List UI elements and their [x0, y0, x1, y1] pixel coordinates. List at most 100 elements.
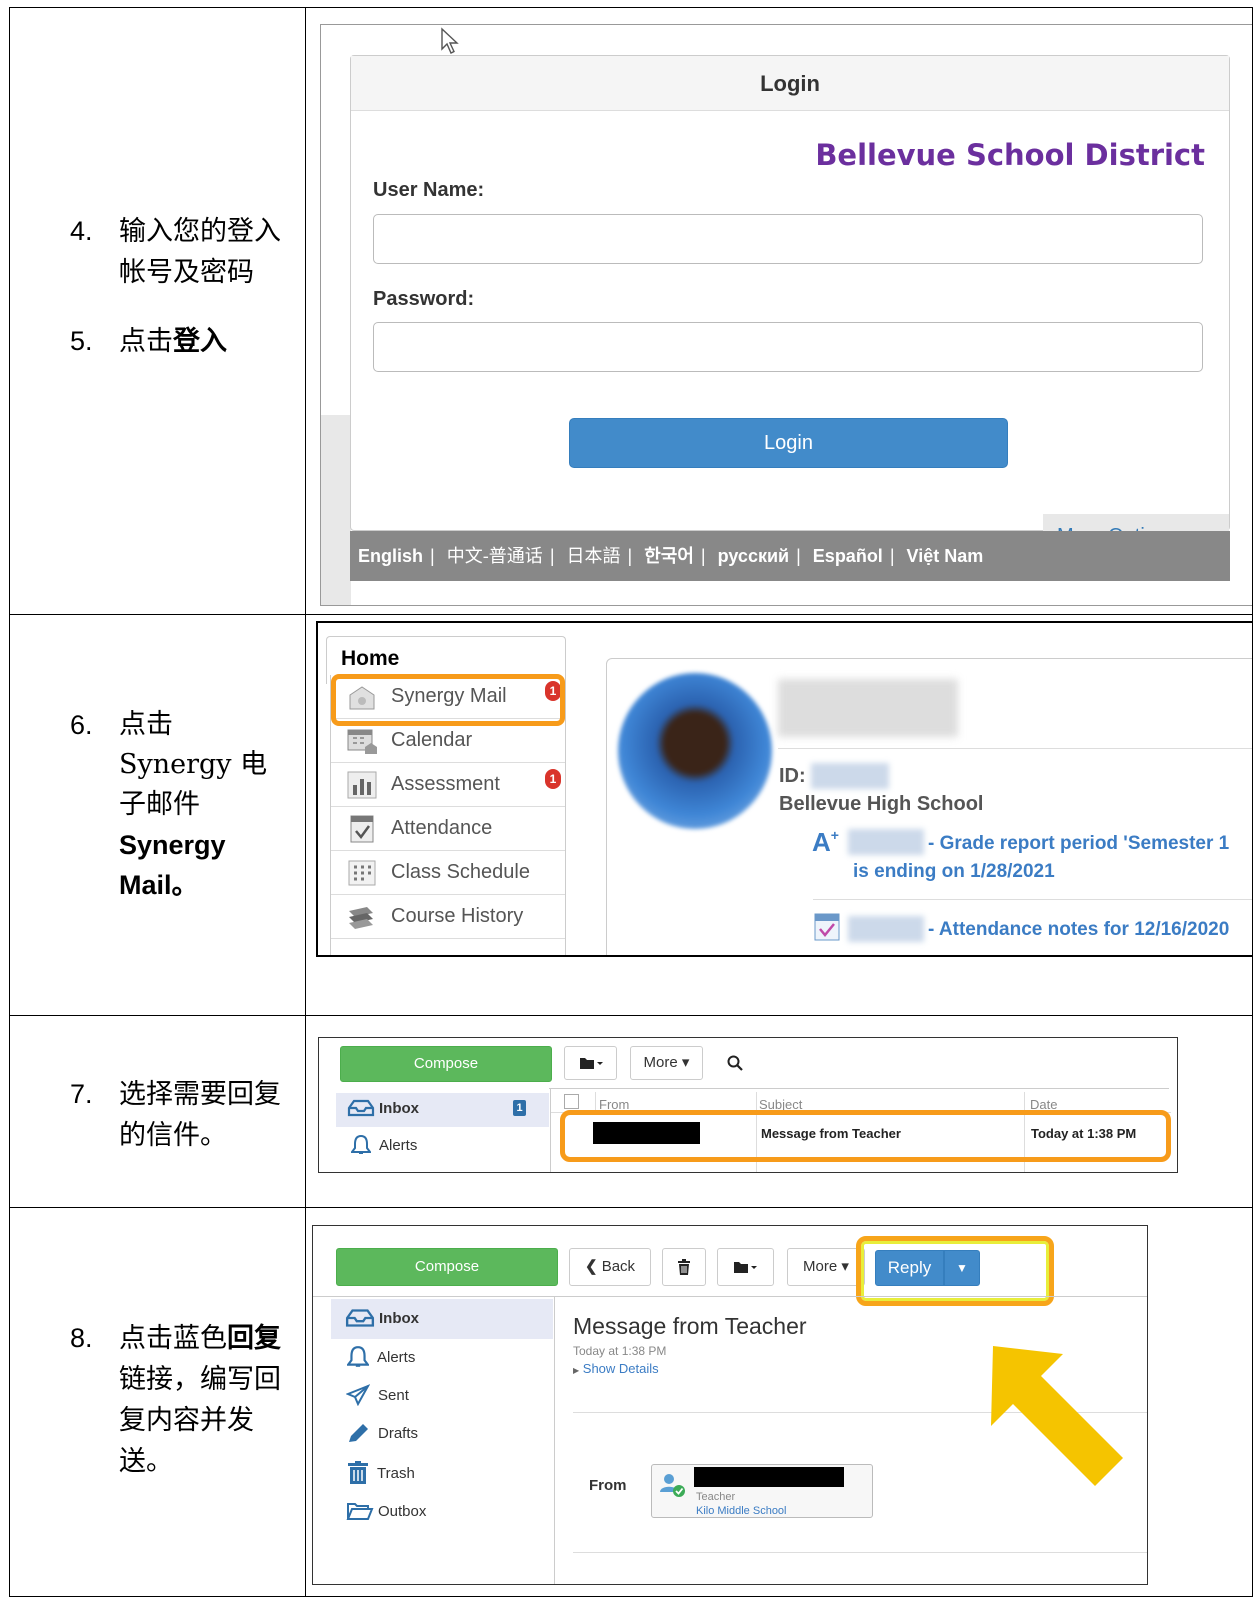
language-link[interactable]: 日本語 — [567, 546, 621, 567]
trash-icon — [348, 1461, 368, 1484]
folder-label: Trash — [377, 1464, 415, 1482]
folder-alerts[interactable]: Alerts — [347, 1345, 415, 1369]
login-screenshot: Login Bellevue School District User Name… — [320, 24, 1252, 606]
folder-button[interactable] — [564, 1046, 617, 1080]
message-time: Today at 1:38 PM — [573, 1344, 667, 1358]
username-label: User Name: — [373, 179, 485, 201]
step-text-part: 点击 — [119, 709, 173, 740]
folder-label: Alerts — [377, 1348, 416, 1366]
nav-item-class-schedule[interactable]: Class Schedule — [331, 851, 565, 895]
avatar — [618, 673, 772, 829]
select-all-checkbox[interactable] — [564, 1094, 579, 1109]
bell-icon — [351, 1134, 371, 1154]
books-icon — [347, 903, 377, 931]
chart-icon — [347, 771, 377, 799]
paper-plane-icon — [346, 1384, 370, 1406]
folder-label: Drafts — [378, 1424, 419, 1442]
id-value-blurred — [811, 763, 889, 789]
password-input[interactable] — [373, 322, 1203, 372]
more-button[interactable]: More ▾ — [630, 1046, 703, 1080]
highlight-box — [560, 1110, 1171, 1162]
user-icon — [659, 1472, 687, 1503]
message-title: Message from Teacher — [573, 1313, 807, 1339]
login-panel: Login Bellevue School District User Name… — [350, 55, 1230, 558]
name-blurred — [848, 916, 924, 942]
sender-name-redacted — [694, 1467, 844, 1487]
language-bar: English | 中文-普通话 | 日本語 | 한국어 | русский | Espa… — [350, 531, 1230, 581]
step-number: 6. — [70, 710, 93, 740]
language-link[interactable]: русский — [718, 546, 789, 566]
folder-trash[interactable]: Trash — [347, 1461, 415, 1485]
grade-icon: A+ — [812, 827, 839, 857]
folder-icon — [579, 1058, 603, 1070]
sidebar-item-alerts[interactable]: Alerts — [351, 1134, 417, 1156]
step-7: 7. 选择需要回复的信件。 — [70, 1074, 289, 1156]
search-icon[interactable] — [727, 1055, 743, 1076]
compose-button[interactable]: Compose — [340, 1046, 552, 1082]
show-details-label: Show Details — [582, 1361, 659, 1376]
folder-label: Inbox — [379, 1309, 419, 1327]
district-name: Bellevue School District — [815, 138, 1205, 172]
divider — [778, 748, 1252, 749]
step-number: 5. — [70, 326, 93, 356]
step-list: 4. 输入您的登入帐号及密码 5. 点击登入 — [70, 211, 289, 362]
nav-label: Assessment — [391, 773, 500, 795]
id-label: ID: — [779, 765, 806, 787]
student-name-blurred — [778, 679, 958, 737]
step-number: 7. — [70, 1079, 93, 1109]
nav-label: Course History — [391, 905, 524, 927]
password-label: Password: — [373, 288, 475, 310]
divider — [549, 1088, 1169, 1089]
sender-role: Teacher — [696, 1491, 736, 1503]
compose-button[interactable]: Compose — [336, 1248, 558, 1286]
nav-item-assessment[interactable]: Assessment 1 — [331, 763, 565, 807]
step-4: 4. 输入您的登入帐号及密码 — [70, 211, 289, 293]
grade-notice-line2[interactable]: is ending on 1/28/2021 — [853, 861, 1055, 883]
divider — [813, 899, 1252, 900]
step-cell-4-5: 4. 输入您的登入帐号及密码 5. 点击登入 — [9, 7, 306, 615]
language-link[interactable]: Việt Nam — [907, 546, 984, 566]
schedule-icon — [347, 859, 377, 887]
step-text-bold: Synergy Mail。 — [119, 830, 226, 900]
trash-icon — [678, 1259, 690, 1276]
attendance-notice[interactable]: - Attendance notes for 12/16/2020 — [928, 919, 1229, 941]
chevron-left-icon: ❮ — [584, 1258, 598, 1275]
sender-school: Kilo Middle School — [696, 1505, 787, 1517]
step-text-part: 点击 — [119, 326, 173, 357]
delete-button[interactable] — [662, 1248, 706, 1286]
home-screenshot: Home Synergy Mail 1 Calendar Assessment … — [316, 621, 1252, 957]
language-link[interactable]: Español — [813, 546, 883, 566]
screenshot-cell-login: Login Bellevue School District User Name… — [305, 7, 1253, 615]
folder-button[interactable] — [717, 1248, 774, 1286]
sidebar-item-inbox-label: Inbox — [347, 1099, 419, 1117]
language-link[interactable]: 中文-普通话 — [447, 546, 543, 567]
step-text-bold: 回复 — [227, 1323, 281, 1354]
language-link[interactable]: 한국어 — [644, 546, 694, 566]
screenshot-cell-home: Home Synergy Mail 1 Calendar Assessment … — [305, 614, 1253, 1016]
highlight-box — [331, 674, 565, 726]
back-button[interactable]: ❮ Back — [569, 1248, 651, 1286]
folder-inbox: Inbox — [345, 1308, 419, 1328]
inbox-icon — [347, 1099, 375, 1117]
nav-item-attendance[interactable]: Attendance — [331, 807, 565, 851]
show-details-link[interactable]: ▶ Show Details — [573, 1361, 659, 1376]
language-link[interactable]: English — [358, 546, 423, 566]
column-divider — [595, 1092, 596, 1112]
folder-drafts[interactable]: Drafts — [346, 1422, 418, 1444]
folder-sent[interactable]: Sent — [346, 1384, 409, 1406]
folder-outbox[interactable]: Outbox — [346, 1501, 426, 1521]
screenshot-cell-message: Compose ❮ Back More ▾ Reply ▼ Inbox Aler… — [305, 1207, 1253, 1597]
caret-right-icon: ▶ — [573, 1366, 580, 1375]
step-text: 选择需要回复的信件。 — [119, 1079, 281, 1151]
step-5: 5. 点击登入 — [70, 321, 289, 362]
grade-notice[interactable]: - Grade report period 'Semester 1 — [928, 833, 1229, 855]
more-button[interactable]: More ▾ — [787, 1248, 865, 1286]
username-input[interactable] — [373, 214, 1203, 264]
nav-label: Class Schedule — [391, 861, 530, 883]
login-button[interactable]: Login — [569, 418, 1008, 468]
nav-item-course-history[interactable]: Course History — [331, 895, 565, 939]
divider — [573, 1552, 1147, 1553]
step-cell-6: 6. 点击 Synergy 电子邮件 Synergy Mail。 — [9, 614, 306, 1016]
inbox-screenshot: Compose More ▾ Inbox 1 Alerts From Subje… — [318, 1037, 1178, 1173]
step-text: 点击登入 — [119, 321, 289, 362]
